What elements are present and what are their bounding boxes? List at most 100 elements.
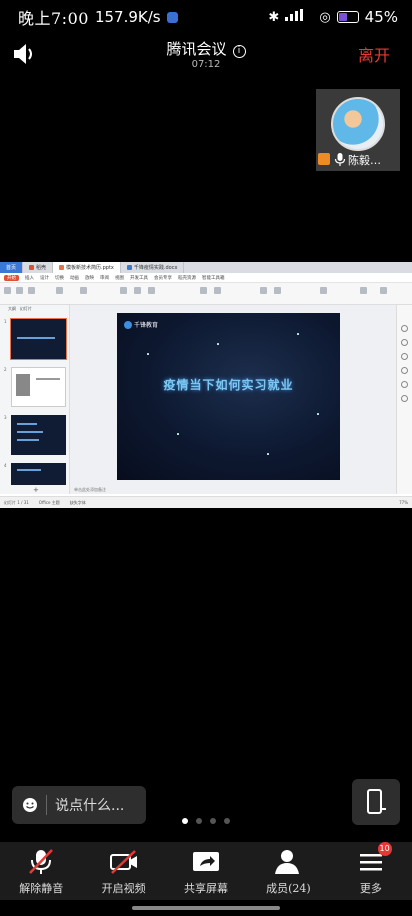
wps-menu-slideshow[interactable]: 放映 <box>85 275 94 281</box>
wps-menu-transition[interactable]: 切换 <box>55 275 64 281</box>
members-label: 成员(24) <box>266 882 311 895</box>
zoom-level[interactable]: 77% <box>399 500 408 505</box>
panel-tab-slides[interactable]: 幻灯片 <box>20 306 32 311</box>
tool-icon[interactable] <box>401 339 408 346</box>
align-icon[interactable] <box>200 287 207 294</box>
paste-icon[interactable] <box>4 287 11 294</box>
tool-icon[interactable] <box>401 353 408 360</box>
tool-icon[interactable] <box>401 381 408 388</box>
current-slide[interactable]: 千锋教育 疫情当下如何实习就业 <box>117 313 340 480</box>
muted-mic-icon <box>29 849 54 874</box>
shared-screen[interactable]: 首页 稻壳 模板新技术简历.pptx 千锋疫情实践.docx 开始 插入 设计 … <box>0 262 412 508</box>
page-dot[interactable] <box>182 818 188 824</box>
more-label: 更多 <box>359 882 382 895</box>
wps-right-toolbar <box>396 305 412 494</box>
unmute-button[interactable]: 解除静音 <box>0 842 82 900</box>
list-icon[interactable] <box>214 287 221 294</box>
members-button[interactable]: 成员(24) <box>247 842 329 900</box>
divider <box>46 795 47 815</box>
wps-menu-bar: 开始 插入 设计 切换 动画 放映 审阅 视图 开发工具 会员专享 稻壳资源 智… <box>0 273 412 283</box>
slide-star <box>217 343 219 345</box>
wps-workspace: 大纲 幻灯片 1 2 3 4 + 千锋教育 疫情当下如何实习就业 <box>0 305 412 494</box>
share-screen-icon <box>193 852 220 871</box>
battery-icon <box>336 11 359 23</box>
thumb-text-line <box>17 469 41 471</box>
slide-star <box>297 333 299 335</box>
meeting-toolbar: 解除静音 开启视频 共享屏幕 成员(24) 10 更多 <box>0 842 412 900</box>
meeting-timer: 07:12 <box>191 59 221 70</box>
tool-icon[interactable] <box>401 395 408 402</box>
start-video-label: 开启视频 <box>101 882 146 895</box>
wps-menu-member[interactable]: 会员专享 <box>154 275 172 281</box>
participant-name: 陈毅… <box>348 154 381 167</box>
unmute-label: 解除静音 <box>19 882 64 895</box>
slide-thumbnails-panel: 大纲 幻灯片 1 2 3 4 + <box>0 305 70 494</box>
slide-star <box>177 433 179 435</box>
more-button[interactable]: 10 更多 <box>330 842 412 900</box>
tool-icon[interactable] <box>401 367 408 374</box>
format-painter-icon[interactable] <box>28 287 35 294</box>
page-dot[interactable] <box>196 818 202 824</box>
wps-menu-review[interactable]: 审阅 <box>100 275 109 281</box>
thumb-text-line <box>36 378 60 380</box>
status-time: 晚上7:00 <box>18 9 89 28</box>
emoji-icon[interactable] <box>22 797 38 813</box>
missing-font[interactable]: 缺失字体 <box>70 500 86 506</box>
fill-icon[interactable] <box>320 287 327 294</box>
share-screen-button[interactable]: 共享屏幕 <box>165 842 247 900</box>
wps-tab-docx[interactable]: 千锋疫情实践.docx <box>121 262 185 273</box>
wps-menu-animation[interactable]: 动画 <box>70 275 79 281</box>
slide-star <box>267 453 269 455</box>
layout-icon[interactable] <box>80 287 87 294</box>
slide-logo-text: 千锋教育 <box>134 322 159 329</box>
cut-icon[interactable] <box>16 287 23 294</box>
panel-tab-outline[interactable]: 大纲 <box>8 306 16 311</box>
slide-thumbnail[interactable] <box>11 463 66 485</box>
thumb-text-line <box>17 337 55 339</box>
tool-icon[interactable] <box>401 325 408 332</box>
host-badge-icon <box>318 153 330 165</box>
wps-tab-pptx[interactable]: 模板新技术简历.pptx <box>53 262 121 273</box>
signal-icon <box>285 9 313 25</box>
docer-icon <box>29 265 35 270</box>
wps-menu-start[interactable]: 开始 <box>4 274 19 281</box>
start-video-button[interactable]: 开启视频 <box>82 842 164 900</box>
thumb-text-line <box>17 439 39 441</box>
picture-icon[interactable] <box>274 287 281 294</box>
leave-button[interactable]: 离开 <box>358 42 390 66</box>
page-dot[interactable] <box>224 818 230 824</box>
info-icon[interactable]: i <box>232 45 246 58</box>
wps-tab-docer[interactable]: 稻壳 <box>23 262 54 273</box>
shape-icon[interactable] <box>260 287 267 294</box>
notes-placeholder[interactable]: 单击此处添加备注 <box>74 487 106 493</box>
slide-thumbnail[interactable] <box>11 367 66 407</box>
participant-tile[interactable]: 陈毅… <box>316 89 400 171</box>
video-off-icon <box>109 850 137 874</box>
avatar <box>331 97 385 151</box>
home-indicator[interactable] <box>132 906 280 910</box>
wps-menu-resources[interactable]: 稻壳资源 <box>178 275 196 281</box>
font-icon[interactable] <box>120 287 127 294</box>
slide-thumbnail[interactable] <box>11 415 66 455</box>
meeting-title[interactable]: 腾讯会议 i <box>0 38 412 59</box>
wps-tab-home[interactable]: 首页 <box>0 262 24 273</box>
thumb-photo <box>16 374 30 396</box>
wps-menu-insert[interactable]: 插入 <box>25 275 34 281</box>
select-icon[interactable] <box>380 287 387 294</box>
slide-thumbnail[interactable] <box>10 318 67 360</box>
page-dot[interactable] <box>210 818 216 824</box>
new-slide-icon[interactable] <box>56 287 63 294</box>
bold-icon[interactable] <box>134 287 141 294</box>
add-slide-button[interactable]: + <box>33 486 39 494</box>
slide-canvas[interactable]: 千锋教育 疫情当下如何实习就业 <box>70 305 396 494</box>
find-icon[interactable] <box>360 287 367 294</box>
panel-tabs: 大纲 幻灯片 <box>0 305 69 312</box>
docx-icon <box>126 265 132 270</box>
italic-icon[interactable] <box>148 287 155 294</box>
wps-menu-view[interactable]: 视图 <box>115 275 124 281</box>
app-notification-icon <box>166 11 178 23</box>
wps-menu-tools[interactable]: 智能工具箱 <box>202 275 225 281</box>
wps-menu-design[interactable]: 设计 <box>40 275 49 281</box>
battery-percent: 45% <box>364 8 398 26</box>
wps-menu-dev[interactable]: 开发工具 <box>130 275 148 281</box>
